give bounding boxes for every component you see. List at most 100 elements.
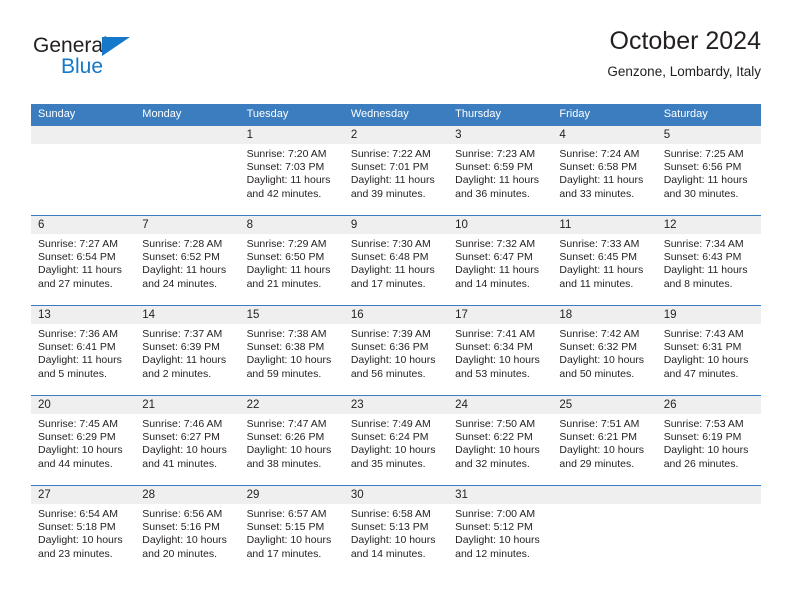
week-detail-band: Sunrise: 7:27 AM Sunset: 6:54 PM Dayligh… bbox=[31, 234, 761, 305]
day-number: 8 bbox=[246, 219, 253, 231]
day-number: 10 bbox=[455, 219, 468, 231]
sunset-text: Sunset: 6:36 PM bbox=[350, 341, 429, 354]
daylight-text-line1: Daylight: 11 hours bbox=[142, 264, 227, 277]
daylight-text-line2: and 14 minutes. bbox=[350, 547, 426, 560]
daylight-text-line1: Daylight: 10 hours bbox=[38, 444, 123, 457]
day-cell[interactable]: Sunrise: 7:24 AM Sunset: 6:58 PM Dayligh… bbox=[552, 144, 656, 215]
sunrise-text: Sunrise: 7:43 AM bbox=[663, 328, 744, 340]
weekday-header-row: Sunday Monday Tuesday Wednesday Thursday… bbox=[31, 104, 761, 125]
day-cell[interactable]: Sunrise: 7:32 AM Sunset: 6:47 PM Dayligh… bbox=[448, 234, 552, 305]
day-cell[interactable] bbox=[135, 144, 239, 215]
day-cell[interactable]: Sunrise: 7:45 AM Sunset: 6:29 PM Dayligh… bbox=[31, 414, 135, 485]
day-cell[interactable]: Sunrise: 7:47 AM Sunset: 6:26 PM Dayligh… bbox=[240, 414, 344, 485]
daylight-text-line2: and 23 minutes. bbox=[38, 547, 113, 560]
daylight-text-line1: Daylight: 11 hours bbox=[350, 264, 435, 277]
sunset-text: Sunset: 5:16 PM bbox=[142, 521, 220, 534]
daylight-text-line2: and 47 minutes. bbox=[663, 367, 739, 380]
sunrise-text: Sunrise: 7:47 AM bbox=[246, 418, 327, 430]
day-cell[interactable]: Sunrise: 7:00 AM Sunset: 5:12 PM Dayligh… bbox=[448, 504, 552, 575]
sunrise-text: Sunrise: 7:25 AM bbox=[663, 148, 744, 160]
sunrise-text: Sunrise: 6:57 AM bbox=[246, 508, 327, 520]
sunrise-text: Sunrise: 7:36 AM bbox=[38, 328, 118, 340]
sunrise-text: Sunrise: 7:51 AM bbox=[559, 418, 640, 430]
day-number bbox=[31, 126, 135, 144]
day-cell[interactable] bbox=[657, 504, 761, 575]
calendar-page: General Blue October 2024 Genzone, Lomba… bbox=[0, 0, 792, 612]
day-number: 29 bbox=[246, 489, 260, 501]
sunset-text: Sunset: 6:47 PM bbox=[455, 251, 533, 264]
daylight-text-line2: and 2 minutes. bbox=[142, 367, 212, 380]
day-cell[interactable] bbox=[552, 504, 656, 575]
sunrise-text: Sunrise: 7:24 AM bbox=[559, 148, 640, 160]
day-number: 15 bbox=[246, 309, 260, 321]
day-cell[interactable]: Sunrise: 7:38 AM Sunset: 6:38 PM Dayligh… bbox=[240, 324, 344, 395]
day-cell[interactable]: Sunrise: 6:58 AM Sunset: 5:13 PM Dayligh… bbox=[344, 504, 448, 575]
week-detail-band: Sunrise: 7:20 AM Sunset: 7:03 PM Dayligh… bbox=[31, 144, 761, 215]
day-cell[interactable]: Sunrise: 7:33 AM Sunset: 6:45 PM Dayligh… bbox=[552, 234, 656, 305]
location-subtitle: Genzone, Lombardy, Italy bbox=[607, 64, 761, 79]
day-cell[interactable]: Sunrise: 7:46 AM Sunset: 6:27 PM Dayligh… bbox=[135, 414, 239, 485]
day-number: 25 bbox=[559, 399, 573, 411]
day-cell[interactable] bbox=[31, 144, 135, 215]
day-cell[interactable]: Sunrise: 7:41 AM Sunset: 6:34 PM Dayligh… bbox=[448, 324, 552, 395]
day-cell[interactable]: Sunrise: 7:37 AM Sunset: 6:39 PM Dayligh… bbox=[135, 324, 239, 395]
day-cell[interactable]: Sunrise: 7:29 AM Sunset: 6:50 PM Dayligh… bbox=[240, 234, 344, 305]
day-number: 14 bbox=[142, 309, 156, 321]
week-daynumber-band: 13 14 15 16 17 18 19 bbox=[31, 306, 761, 324]
day-cell[interactable]: Sunrise: 7:25 AM Sunset: 6:56 PM Dayligh… bbox=[657, 144, 761, 215]
day-cell[interactable]: Sunrise: 7:22 AM Sunset: 7:01 PM Dayligh… bbox=[344, 144, 448, 215]
daylight-text-line1: Daylight: 11 hours bbox=[350, 174, 435, 187]
calendar-grid: Sunday Monday Tuesday Wednesday Thursday… bbox=[31, 104, 761, 575]
sunset-text: Sunset: 6:43 PM bbox=[663, 251, 742, 264]
daylight-text-line1: Daylight: 10 hours bbox=[246, 534, 332, 547]
daylight-text-line1: Daylight: 11 hours bbox=[559, 264, 644, 277]
day-cell[interactable]: Sunrise: 6:54 AM Sunset: 5:18 PM Dayligh… bbox=[31, 504, 135, 575]
daylight-text-line1: Daylight: 10 hours bbox=[142, 534, 227, 547]
weekday-sunday: Sunday bbox=[38, 108, 76, 120]
day-cell[interactable]: Sunrise: 7:30 AM Sunset: 6:48 PM Dayligh… bbox=[344, 234, 448, 305]
day-number: 3 bbox=[455, 129, 462, 141]
sunrise-text: Sunrise: 7:32 AM bbox=[455, 238, 536, 250]
day-number: 19 bbox=[663, 309, 677, 321]
general-blue-logo[interactable]: General Blue bbox=[31, 34, 221, 84]
week-row: 6 7 8 9 10 11 12 Sunrise: 7:27 AM Sunset… bbox=[31, 215, 761, 305]
sunset-text: Sunset: 6:24 PM bbox=[350, 431, 429, 444]
daylight-text-line1: Daylight: 10 hours bbox=[142, 444, 227, 457]
day-cell[interactable]: Sunrise: 7:42 AM Sunset: 6:32 PM Dayligh… bbox=[552, 324, 656, 395]
sunset-text: Sunset: 6:48 PM bbox=[350, 251, 429, 264]
day-cell[interactable]: Sunrise: 7:36 AM Sunset: 6:41 PM Dayligh… bbox=[31, 324, 135, 395]
week-detail-band: Sunrise: 7:36 AM Sunset: 6:41 PM Dayligh… bbox=[31, 324, 761, 395]
sunrise-text: Sunrise: 7:33 AM bbox=[559, 238, 640, 250]
daylight-text-line2: and 8 minutes. bbox=[663, 277, 733, 290]
day-cell[interactable]: Sunrise: 7:50 AM Sunset: 6:22 PM Dayligh… bbox=[448, 414, 552, 485]
day-cell[interactable]: Sunrise: 7:20 AM Sunset: 7:03 PM Dayligh… bbox=[240, 144, 344, 215]
sunrise-text: Sunrise: 7:42 AM bbox=[559, 328, 640, 340]
day-number: 12 bbox=[663, 219, 677, 231]
week-row: 13 14 15 16 17 18 19 Sunrise: 7:36 AM Su… bbox=[31, 305, 761, 395]
sunrise-text: Sunrise: 7:50 AM bbox=[455, 418, 536, 430]
day-cell[interactable]: Sunrise: 7:49 AM Sunset: 6:24 PM Dayligh… bbox=[344, 414, 448, 485]
daylight-text-line2: and 35 minutes. bbox=[350, 457, 426, 470]
daylight-text-line1: Daylight: 11 hours bbox=[246, 174, 331, 187]
week-detail-band: Sunrise: 7:45 AM Sunset: 6:29 PM Dayligh… bbox=[31, 414, 761, 485]
sunset-text: Sunset: 6:59 PM bbox=[455, 161, 533, 174]
day-cell[interactable]: Sunrise: 7:23 AM Sunset: 6:59 PM Dayligh… bbox=[448, 144, 552, 215]
weekday-thursday: Thursday bbox=[455, 108, 501, 120]
daylight-text-line1: Daylight: 10 hours bbox=[246, 444, 332, 457]
day-cell[interactable]: Sunrise: 6:57 AM Sunset: 5:15 PM Dayligh… bbox=[240, 504, 344, 575]
week-row: 1 2 3 4 5 Sunrise: 7:20 AM Sunset: 7:03 … bbox=[31, 125, 761, 215]
day-cell[interactable]: Sunrise: 6:56 AM Sunset: 5:16 PM Dayligh… bbox=[135, 504, 239, 575]
day-cell[interactable]: Sunrise: 7:43 AM Sunset: 6:31 PM Dayligh… bbox=[657, 324, 761, 395]
day-number: 6 bbox=[38, 219, 45, 231]
day-cell[interactable]: Sunrise: 7:53 AM Sunset: 6:19 PM Dayligh… bbox=[657, 414, 761, 485]
sunrise-text: Sunrise: 7:39 AM bbox=[350, 328, 431, 340]
day-number: 21 bbox=[142, 399, 156, 411]
week-daynumber-band: 6 7 8 9 10 11 12 bbox=[31, 216, 761, 234]
day-cell[interactable]: Sunrise: 7:51 AM Sunset: 6:21 PM Dayligh… bbox=[552, 414, 656, 485]
day-cell[interactable]: Sunrise: 7:39 AM Sunset: 6:36 PM Dayligh… bbox=[344, 324, 448, 395]
day-cell[interactable]: Sunrise: 7:34 AM Sunset: 6:43 PM Dayligh… bbox=[657, 234, 761, 305]
week-detail-band: Sunrise: 6:54 AM Sunset: 5:18 PM Dayligh… bbox=[31, 504, 761, 575]
day-cell[interactable]: Sunrise: 7:27 AM Sunset: 6:54 PM Dayligh… bbox=[31, 234, 135, 305]
sunset-text: Sunset: 6:34 PM bbox=[455, 341, 533, 354]
day-cell[interactable]: Sunrise: 7:28 AM Sunset: 6:52 PM Dayligh… bbox=[135, 234, 239, 305]
